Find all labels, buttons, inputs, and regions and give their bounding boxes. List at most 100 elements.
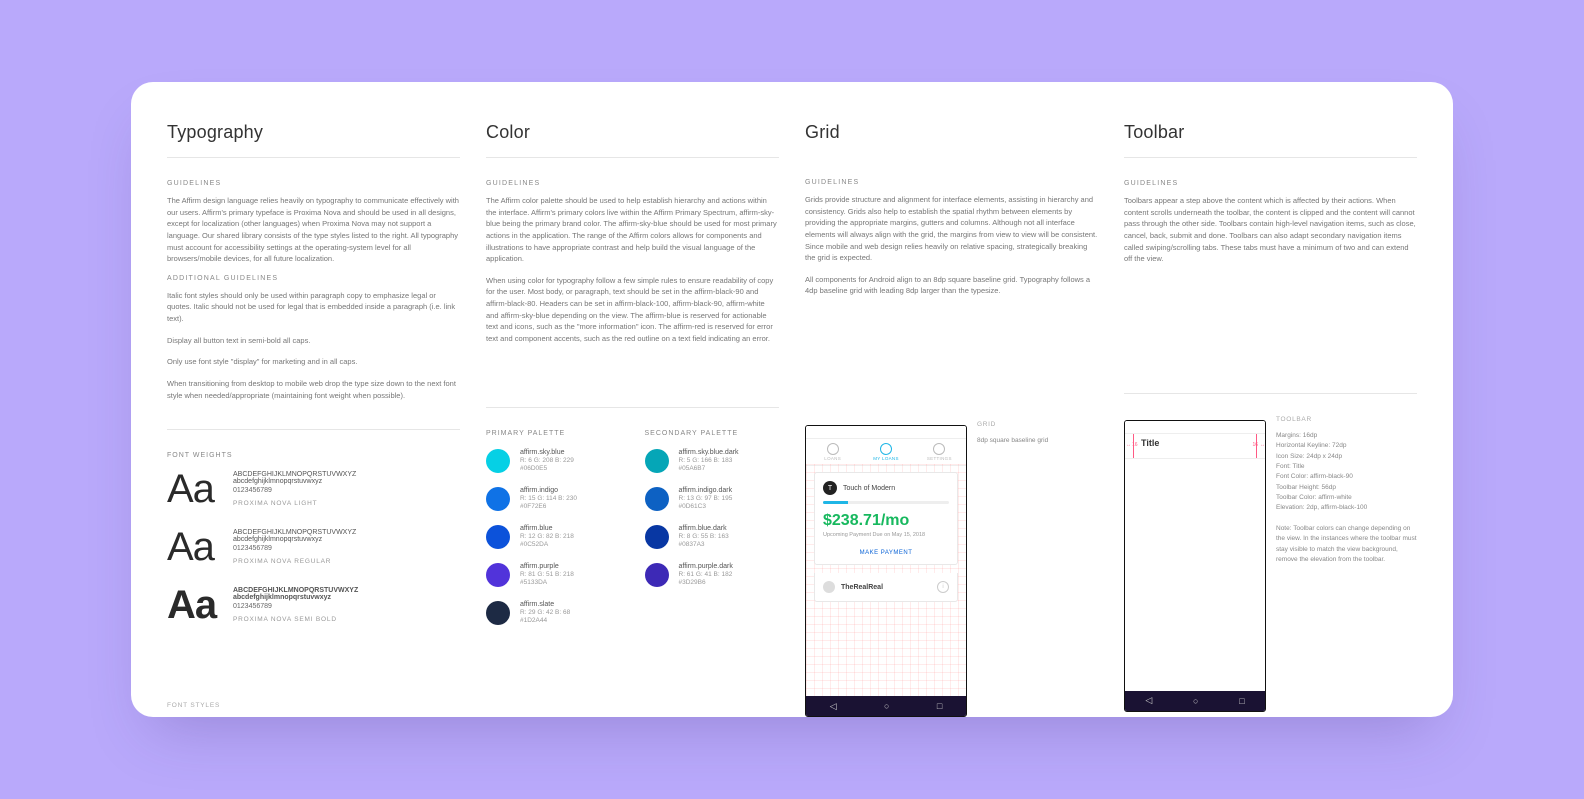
color-swatch: affirm.slateR: 29 G: 42 B: 68#1D2A44 [486, 601, 621, 625]
color-chip [645, 563, 669, 587]
swatch-name: affirm.slate [520, 601, 570, 608]
numerals: 0123456789 [233, 603, 358, 610]
phone-tab[interactable]: SETTINGS [913, 439, 966, 465]
nav-home-icon[interactable]: ○ [884, 701, 889, 711]
additional-guidelines-label: ADDITIONAL GUIDELINES [167, 275, 460, 282]
toolbar-aside: TOOLBAR Margins: 16dpHorizontal Keyline:… [1276, 416, 1417, 712]
primary-palette-label: PRIMARY PALETTE [486, 430, 621, 437]
toolbar-spec-line: Font Color: affirm-black-90 [1276, 472, 1417, 482]
nav-recent-icon[interactable]: □ [937, 701, 942, 711]
phone-tab[interactable]: MY LOANS [859, 439, 912, 465]
swatch-name: affirm.indigo.dark [679, 487, 733, 494]
additional-item-2: Only use font style "display" for market… [167, 356, 460, 368]
nav-home-icon[interactable]: ○ [1193, 696, 1198, 706]
swatch-hex: #3D29B6 [679, 579, 733, 586]
nav-recent-icon[interactable]: □ [1239, 696, 1244, 706]
font-weights-label: FONT WEIGHTS [167, 452, 460, 459]
phone-statusbar [806, 426, 966, 439]
phone-mock-toolbar: Title ↔16 16↔ ◁ ○ □ [1124, 420, 1266, 712]
grid-aside-label: GRID [977, 421, 1098, 428]
swatch-name: affirm.blue.dark [679, 525, 729, 532]
color-chip [486, 563, 510, 587]
nav-back-icon[interactable]: ◁ [830, 701, 837, 712]
swatch-name: affirm.purple.dark [679, 563, 733, 570]
swatch-rgb: R: 6 G: 208 B: 229 [520, 457, 574, 464]
divider [167, 157, 460, 158]
color-chip [486, 525, 510, 549]
color-chip [645, 525, 669, 549]
toolbar-spec-line: Font: Title [1276, 462, 1417, 472]
font-weight-row: Aa ABCDEFGHIJKLMNOPQRSTUVWXYZ abcdefghij… [167, 587, 460, 623]
make-payment-button[interactable]: MAKE PAYMENT [823, 550, 949, 556]
alpha-lower: abcdefghijklmnopqrstuvwxyz [233, 536, 356, 543]
swatch-rgb: R: 5 G: 166 B: 183 [679, 457, 739, 464]
phone-tabs: LOANS MY LOANS SETTINGS [806, 439, 966, 466]
grid-aside: GRID 8dp square baseline grid [977, 421, 1098, 717]
swatch-rgb: R: 8 G: 55 B: 163 [679, 533, 729, 540]
toolbar-title: Toolbar [1124, 122, 1417, 143]
alpha-upper: ABCDEFGHIJKLMNOPQRSTUVWXYZ [233, 529, 356, 536]
numerals: 0123456789 [233, 545, 356, 552]
divider [167, 429, 460, 430]
merchant-name: Touch of Modern [843, 485, 895, 492]
swatch-rgb: R: 81 G: 51 B: 218 [520, 571, 574, 578]
alpha-lower: abcdefghijklmnopqrstuvwxyz [233, 478, 356, 485]
secondary-palette-label: SECONDARY PALETTE [645, 430, 780, 437]
color-chip [486, 487, 510, 511]
guidelines-body: The Affirm design language relies heavil… [167, 195, 460, 265]
toolbar-spec-line: Horizontal Keyline: 72dp [1276, 441, 1417, 451]
style-guide-card: Typography GUIDELINES The Affirm design … [131, 82, 1453, 717]
toolbar-spec-line: Icon Size: 24dp x 24dp [1276, 452, 1417, 462]
column-grid: Grid GUIDELINES Grids provide structure … [805, 122, 1098, 717]
avatar [823, 581, 835, 593]
promo-title: TheRealReal [841, 584, 883, 591]
swatch-hex: #5133DA [520, 579, 574, 586]
phone-tab[interactable]: LOANS [806, 439, 859, 465]
swatch-name: affirm.sky.blue [520, 449, 574, 456]
font-weight-row: Aa ABCDEFGHIJKLMNOPQRSTUVWXYZ abcdefghij… [167, 471, 460, 507]
swatch-hex: #05A6B7 [679, 465, 739, 472]
font-name: PROXIMA NOVA SEMI BOLD [233, 616, 358, 623]
toolbar-spec-line: Margins: 16dp [1276, 431, 1417, 441]
grid-aside-text: 8dp square baseline grid [977, 436, 1098, 446]
additional-item-3: When transitioning from desktop to mobil… [167, 378, 460, 401]
guidelines-label: GUIDELINES [805, 179, 1098, 186]
promo-card: TheRealReal i [814, 573, 958, 602]
toolbar-aside-label: TOOLBAR [1276, 416, 1417, 423]
color-chip [486, 449, 510, 473]
guidelines-body: The Affirm color palette should be used … [486, 195, 779, 265]
swatch-rgb: R: 61 G: 41 B: 182 [679, 571, 733, 578]
alpha-lower: abcdefghijklmnopqrstuvwxyz [233, 594, 358, 601]
toolbar-note: Note: Toolbar colors can change dependin… [1276, 524, 1417, 566]
alpha-upper: ABCDEFGHIJKLMNOPQRSTUVWXYZ [233, 471, 356, 478]
color-swatch: affirm.sky.blue.darkR: 5 G: 166 B: 183#0… [645, 449, 780, 473]
loan-card: T Touch of Modern $238.71/mo Upcoming Pa… [814, 472, 958, 565]
swatch-name: affirm.indigo [520, 487, 577, 494]
swatch-hex: #0F72E6 [520, 503, 577, 510]
font-name: PROXIMA NOVA LIGHT [233, 500, 356, 507]
nav-back-icon[interactable]: ◁ [1145, 695, 1152, 706]
font-sample: Aa [167, 587, 219, 623]
color-title: Color [486, 122, 779, 143]
font-sample: Aa [167, 471, 219, 507]
color-swatch: affirm.blue.darkR: 8 G: 55 B: 163#0837A3 [645, 525, 780, 549]
swatch-rgb: R: 12 G: 82 B: 218 [520, 533, 574, 540]
dimension-label: ↔16 [1126, 442, 1138, 448]
tab-icon [827, 443, 839, 455]
column-toolbar: Toolbar GUIDELINES Toolbars appear a ste… [1124, 122, 1417, 717]
due-date: Upcoming Payment Due on May 15, 2018 [823, 532, 949, 538]
guidelines-body: Grids provide structure and alignment fo… [805, 194, 1098, 264]
swatch-rgb: R: 15 G: 114 B: 230 [520, 495, 577, 502]
swatch-hex: #1D2A44 [520, 617, 570, 624]
swatch-hex: #0D61C3 [679, 503, 733, 510]
divider [1124, 157, 1417, 158]
swatch-name: affirm.blue [520, 525, 574, 532]
tab-icon [880, 443, 892, 455]
color-chip [645, 487, 669, 511]
info-icon[interactable]: i [937, 581, 949, 593]
font-styles-label: FONT STYLES [167, 702, 220, 709]
color-chip [486, 601, 510, 625]
guidelines-label: GUIDELINES [486, 180, 779, 187]
color-swatch: affirm.blueR: 12 G: 82 B: 218#0C52DA [486, 525, 621, 549]
swatch-name: affirm.sky.blue.dark [679, 449, 739, 456]
